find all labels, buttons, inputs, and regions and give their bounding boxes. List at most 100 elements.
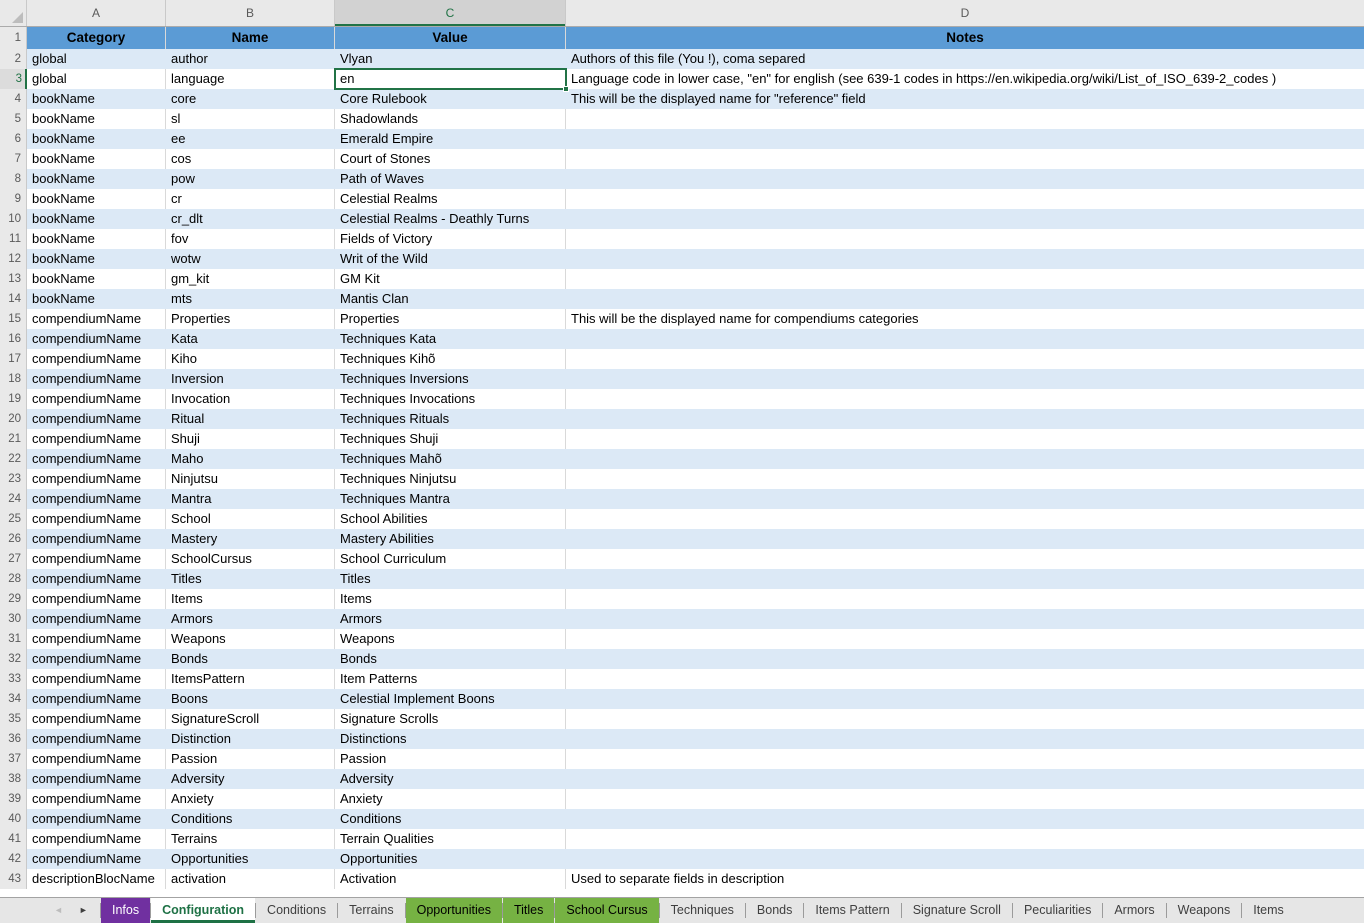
cell-D26[interactable] [566,529,1364,549]
cell-C39[interactable]: Anxiety [335,789,566,809]
row-header-42[interactable]: 42 [0,849,27,869]
cell-A37[interactable]: compendiumName [27,749,166,769]
row-header-7[interactable]: 7 [0,149,27,169]
cell-C28[interactable]: Titles [335,569,566,589]
cell-B2[interactable]: author [166,49,335,69]
cell-B6[interactable]: ee [166,129,335,149]
row-header-8[interactable]: 8 [0,169,27,189]
sheet-tab-bonds[interactable]: Bonds [746,898,803,923]
cell-A40[interactable]: compendiumName [27,809,166,829]
cell-A6[interactable]: bookName [27,129,166,149]
cell-C24[interactable]: Techniques Mantra [335,489,566,509]
cell-C37[interactable]: Passion [335,749,566,769]
cell-D11[interactable] [566,229,1364,249]
cell-C22[interactable]: Techniques Mahõ [335,449,566,469]
cell-B23[interactable]: Ninjutsu [166,469,335,489]
cell-C7[interactable]: Court of Stones [335,149,566,169]
row-header-5[interactable]: 5 [0,109,27,129]
row-header-13[interactable]: 13 [0,269,27,289]
cell-C42[interactable]: Opportunities [335,849,566,869]
cell-A20[interactable]: compendiumName [27,409,166,429]
cell-D36[interactable] [566,729,1364,749]
cell-B41[interactable]: Terrains [166,829,335,849]
cell-C31[interactable]: Weapons [335,629,566,649]
cell-A32[interactable]: compendiumName [27,649,166,669]
cell-B16[interactable]: Kata [166,329,335,349]
cell-D31[interactable] [566,629,1364,649]
cell-A31[interactable]: compendiumName [27,629,166,649]
cell-D30[interactable] [566,609,1364,629]
row-header-24[interactable]: 24 [0,489,27,509]
row-header-12[interactable]: 12 [0,249,27,269]
cell-A9[interactable]: bookName [27,189,166,209]
row-header-34[interactable]: 34 [0,689,27,709]
fill-handle[interactable] [563,86,569,92]
cell-D21[interactable] [566,429,1364,449]
cell-A16[interactable]: compendiumName [27,329,166,349]
row-header-20[interactable]: 20 [0,409,27,429]
cell-B3[interactable]: language [166,69,335,89]
cell-D24[interactable] [566,489,1364,509]
cell-B29[interactable]: Items [166,589,335,609]
cell-B43[interactable]: activation [166,869,335,889]
cell-D1[interactable]: Notes [566,27,1364,49]
sheet-tab-configuration[interactable]: Configuration [151,898,255,923]
cell-A14[interactable]: bookName [27,289,166,309]
cell-B5[interactable]: sl [166,109,335,129]
sheet-tab-items-pattern[interactable]: Items Pattern [804,898,900,923]
cell-D8[interactable] [566,169,1364,189]
cell-C9[interactable]: Celestial Realms [335,189,566,209]
cell-C36[interactable]: Distinctions [335,729,566,749]
cell-D16[interactable] [566,329,1364,349]
cell-A8[interactable]: bookName [27,169,166,189]
row-header-9[interactable]: 9 [0,189,27,209]
cell-D29[interactable] [566,589,1364,609]
row-header-28[interactable]: 28 [0,569,27,589]
sheet-tab-armors[interactable]: Armors [1103,898,1165,923]
cell-D23[interactable] [566,469,1364,489]
cell-C35[interactable]: Signature Scrolls [335,709,566,729]
cell-B30[interactable]: Armors [166,609,335,629]
cell-B13[interactable]: gm_kit [166,269,335,289]
cell-A36[interactable]: compendiumName [27,729,166,749]
sheet-tab-conditions[interactable]: Conditions [256,898,337,923]
cell-D22[interactable] [566,449,1364,469]
cell-A12[interactable]: bookName [27,249,166,269]
cell-B18[interactable]: Inversion [166,369,335,389]
cell-A7[interactable]: bookName [27,149,166,169]
cell-A42[interactable]: compendiumName [27,849,166,869]
column-header-C[interactable]: C [335,0,566,26]
row-header-36[interactable]: 36 [0,729,27,749]
sheet-tab-weapons[interactable]: Weapons [1167,898,1242,923]
cell-A43[interactable]: descriptionBlocName [27,869,166,889]
row-header-21[interactable]: 21 [0,429,27,449]
cell-C6[interactable]: Emerald Empire [335,129,566,149]
cell-D38[interactable] [566,769,1364,789]
cell-A41[interactable]: compendiumName [27,829,166,849]
cell-C1[interactable]: Value [335,27,566,49]
cell-B14[interactable]: mts [166,289,335,309]
row-header-32[interactable]: 32 [0,649,27,669]
cell-C3[interactable]: en [335,69,566,89]
cell-D14[interactable] [566,289,1364,309]
row-header-10[interactable]: 10 [0,209,27,229]
cell-A21[interactable]: compendiumName [27,429,166,449]
cell-B33[interactable]: ItemsPattern [166,669,335,689]
cell-D28[interactable] [566,569,1364,589]
cell-B20[interactable]: Ritual [166,409,335,429]
cell-D15[interactable]: This will be the displayed name for comp… [566,309,1364,329]
cell-A27[interactable]: compendiumName [27,549,166,569]
cell-C14[interactable]: Mantis Clan [335,289,566,309]
row-header-39[interactable]: 39 [0,789,27,809]
cell-A35[interactable]: compendiumName [27,709,166,729]
prev-sheet-button[interactable]: ◄ [54,906,63,915]
column-header-A[interactable]: A [27,0,166,26]
cell-D33[interactable] [566,669,1364,689]
cell-B34[interactable]: Boons [166,689,335,709]
row-header-33[interactable]: 33 [0,669,27,689]
cell-B12[interactable]: wotw [166,249,335,269]
cell-A34[interactable]: compendiumName [27,689,166,709]
cell-A17[interactable]: compendiumName [27,349,166,369]
cell-B1[interactable]: Name [166,27,335,49]
row-header-41[interactable]: 41 [0,829,27,849]
